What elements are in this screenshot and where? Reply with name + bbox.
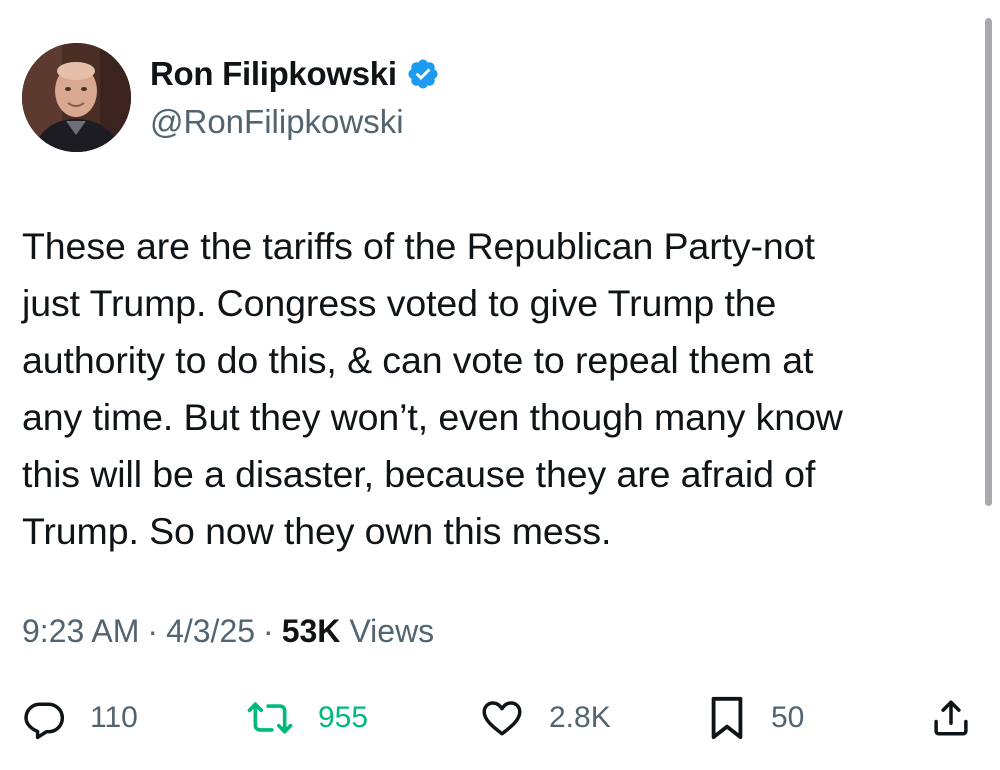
author-name-row: Ron Filipkowski [150, 52, 440, 96]
tweet-detail: Ron Filipkowski @RonFilipkowski These ar… [0, 0, 1000, 770]
avatar[interactable] [22, 43, 131, 152]
action-bar: 110 955 2.8K 50 [0, 690, 1000, 746]
tweet-time[interactable]: 9:23 AM [22, 613, 139, 650]
meta-separator: · [147, 613, 159, 649]
reply-icon [24, 702, 65, 740]
reply-count: 110 [90, 701, 138, 734]
bookmark-button[interactable]: 50 [707, 690, 804, 746]
tweet-meta: 9:23 AM · 4/3/25 · 53K Views [22, 613, 434, 650]
bookmark-icon [711, 696, 743, 740]
heart-icon [482, 701, 522, 736]
verified-badge-icon[interactable] [406, 57, 440, 91]
author-handle[interactable]: @RonFilipkowski [150, 103, 404, 141]
retweet-count: 955 [318, 701, 369, 734]
like-button[interactable]: 2.8K [479, 690, 611, 746]
share-button[interactable] [930, 690, 972, 746]
share-icon [934, 700, 968, 736]
retweet-button[interactable]: 955 [246, 690, 368, 746]
avatar-image [22, 43, 131, 152]
author-display-name[interactable]: Ron Filipkowski [150, 55, 397, 93]
bookmark-count: 50 [771, 701, 805, 734]
reply-button[interactable]: 110 [22, 690, 138, 746]
meta-separator: · [263, 613, 274, 649]
views-label[interactable]: Views [349, 613, 434, 650]
retweet-icon [247, 702, 293, 734]
like-count: 2.8K [549, 701, 611, 734]
views-count[interactable]: 53K [282, 613, 341, 650]
tweet-text: These are the tariffs of the Republican … [22, 225, 843, 552]
scrollbar[interactable] [985, 18, 992, 506]
tweet-date[interactable]: 4/3/25 [166, 613, 255, 650]
